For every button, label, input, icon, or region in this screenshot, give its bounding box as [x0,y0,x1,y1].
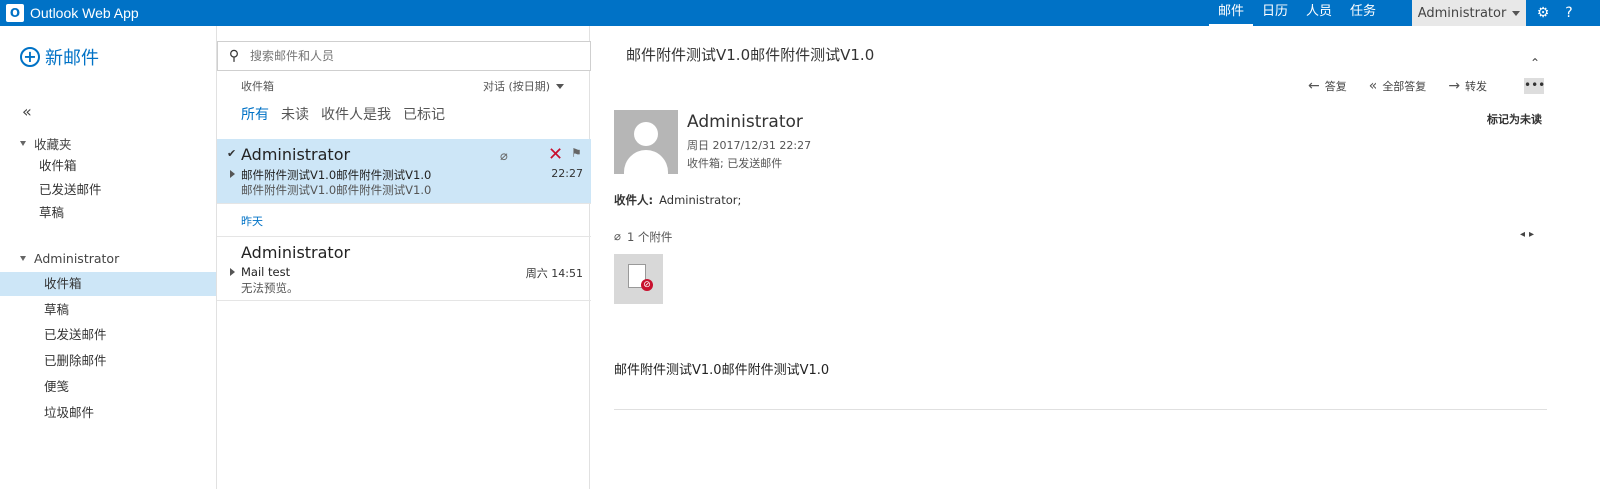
search-box[interactable]: ⚲ [217,41,591,71]
blocked-icon: ⊘ [641,279,653,291]
account-header[interactable]: Administrator [20,251,119,266]
sort-label: 对话 (按日期) [483,80,551,93]
message-sender: Administrator [241,243,351,262]
message-time: 周六 14:51 [525,267,583,280]
search-icon: ⚲ [228,48,240,64]
filter-all[interactable]: 所有 [241,104,269,124]
date-group-header: 昨天 [241,215,263,228]
reply-all-label: 全部答复 [1382,80,1427,93]
current-folder-label: 收件箱 [241,80,274,93]
favorites-item-drafts[interactable]: 草稿 [0,201,216,225]
divider [614,409,1547,410]
reply-arrow-icon: ← [1308,78,1320,94]
more-actions-icon[interactable]: ••• [1524,78,1545,94]
nav-calendar[interactable]: 日历 [1253,0,1297,26]
reading-pane: 邮件附件测试V1.0邮件附件测试V1.0 ⌃ ← 答复 « 全部答复 → 转发 … [590,26,1600,489]
plus-icon: + [20,47,40,67]
account-header-label: Administrator [34,251,120,266]
folder-item-notes[interactable]: 便笺 [0,375,216,399]
message-actions: ← 答复 « 全部答复 → 转发 [1308,78,1509,94]
folder-item-sent[interactable]: 已发送邮件 [0,323,216,347]
search-input[interactable] [250,49,570,63]
message-subject-heading: 邮件附件测试V1.0邮件附件测试V1.0 [626,46,875,64]
paperclip-icon: ⌀ [500,149,508,164]
favorites-header[interactable]: 收藏夹 [20,134,72,153]
message-subject: Mail test [241,265,291,279]
paperclip-icon: ⌀ [614,229,621,243]
avatar [614,110,678,174]
top-bar: O Outlook Web App 邮件 日历 人员 任务 Administra… [0,0,1600,26]
top-nav: 邮件 日历 人员 任务 [1208,0,1385,26]
message-item[interactable]: ✔ Administrator ⌀ ✕ ⚑ 邮件附件测试V1.0邮件附件测试V1… [217,139,591,204]
message-list-pane: ⚲ 收件箱 对话 (按日期) 所有 未读 收件人是我 已标记 ✔ Adminis… [216,26,591,489]
message-preview: 无法预览。 [241,281,299,295]
avatar-head [634,122,658,146]
message-preview: 邮件附件测试V1.0邮件附件测试V1.0 [241,183,432,197]
new-mail-label: 新邮件 [45,48,99,69]
app-title: Outlook Web App [30,5,139,21]
reply-label: 答复 [1324,80,1347,93]
collapse-pane-icon[interactable]: « [22,102,32,121]
brand[interactable]: O Outlook Web App [6,3,139,23]
favorites-item-inbox[interactable]: 收件箱 [0,154,216,178]
mark-unread-button[interactable]: 标记为未读 [1487,111,1542,127]
attachment-thumbnail[interactable]: ⊘ [614,254,663,304]
attachment-nav: ◂▸ [1520,229,1538,240]
expand-conversation-icon[interactable] [230,170,235,178]
message-sender: Administrator [241,145,351,164]
message-time: 22:27 [551,167,583,180]
collapse-header-icon[interactable]: ⌃ [1530,56,1540,70]
folder-item-inbox[interactable]: 收件箱 [0,272,216,296]
top-icons: ⚙ ? [1530,0,1582,26]
favorites-header-label: 收藏夹 [34,137,72,152]
folder-item-drafts[interactable]: 草稿 [0,298,216,322]
reply-all-button[interactable]: « 全部答复 [1369,78,1427,94]
gear-icon[interactable]: ⚙ [1530,5,1556,21]
outlook-logo-icon: O [6,4,24,22]
folder-item-deleted[interactable]: 已删除邮件 [0,349,216,373]
recipients-line: 收件人: Administrator; [614,192,741,208]
delete-icon[interactable]: ✕ [548,144,563,165]
expand-conversation-icon[interactable] [230,268,235,276]
check-icon[interactable]: ✔ [227,147,236,160]
forward-arrow-icon: → [1448,78,1461,94]
folder-pane: + 新邮件 « 收藏夹 收件箱 已发送邮件 草稿 Administrator 收… [0,26,216,489]
message-subject: 邮件附件测试V1.0邮件附件测试V1.0 [241,168,432,182]
attachment-summary: ⌀ 1 个附件 [614,229,672,245]
forward-button[interactable]: → 转发 [1448,78,1487,94]
chevron-right-icon[interactable]: ▸ [1529,229,1538,240]
message-folders: 收件箱; 已发送邮件 [687,157,783,170]
nav-people[interactable]: 人员 [1297,0,1341,26]
reply-button[interactable]: ← 答复 [1308,78,1347,94]
avatar-body [624,150,668,174]
message-item[interactable]: Administrator Mail test 周六 14:51 无法预览。 [217,236,591,301]
chevron-down-icon [1512,10,1521,16]
new-mail-button[interactable]: + 新邮件 [20,44,99,70]
folder-item-junk[interactable]: 垃圾邮件 [0,401,216,425]
filter-tabs: 所有 未读 收件人是我 已标记 [241,104,445,124]
sent-date: 周日 2017/12/31 22:27 [687,139,812,152]
expand-triangle-icon [20,256,26,261]
nav-tasks[interactable]: 任务 [1341,0,1385,26]
favorites-item-sent[interactable]: 已发送邮件 [0,178,216,202]
chevron-left-icon[interactable]: ◂ [1520,229,1529,240]
to-value[interactable]: Administrator; [659,193,741,207]
sort-dropdown[interactable]: 对话 (按日期) [483,78,565,94]
user-name: Administrator [1417,5,1507,21]
chevron-down-icon [556,83,565,89]
to-label: 收件人: [614,193,654,207]
filter-flagged[interactable]: 已标记 [403,104,445,124]
reply-all-arrow-icon: « [1368,78,1378,94]
nav-mail[interactable]: 邮件 [1208,0,1253,26]
forward-label: 转发 [1465,80,1488,93]
flag-icon[interactable]: ⚑ [571,146,582,160]
user-menu[interactable]: Administrator [1412,0,1526,26]
filter-unread[interactable]: 未读 [281,104,309,124]
message-body: 邮件附件测试V1.0邮件附件测试V1.0 [614,363,830,378]
filter-to-me[interactable]: 收件人是我 [321,104,391,124]
help-icon[interactable]: ? [1556,5,1582,21]
sender-name[interactable]: Administrator [687,112,803,132]
expand-triangle-icon [20,141,26,146]
attachment-count: 1 个附件 [626,230,673,244]
